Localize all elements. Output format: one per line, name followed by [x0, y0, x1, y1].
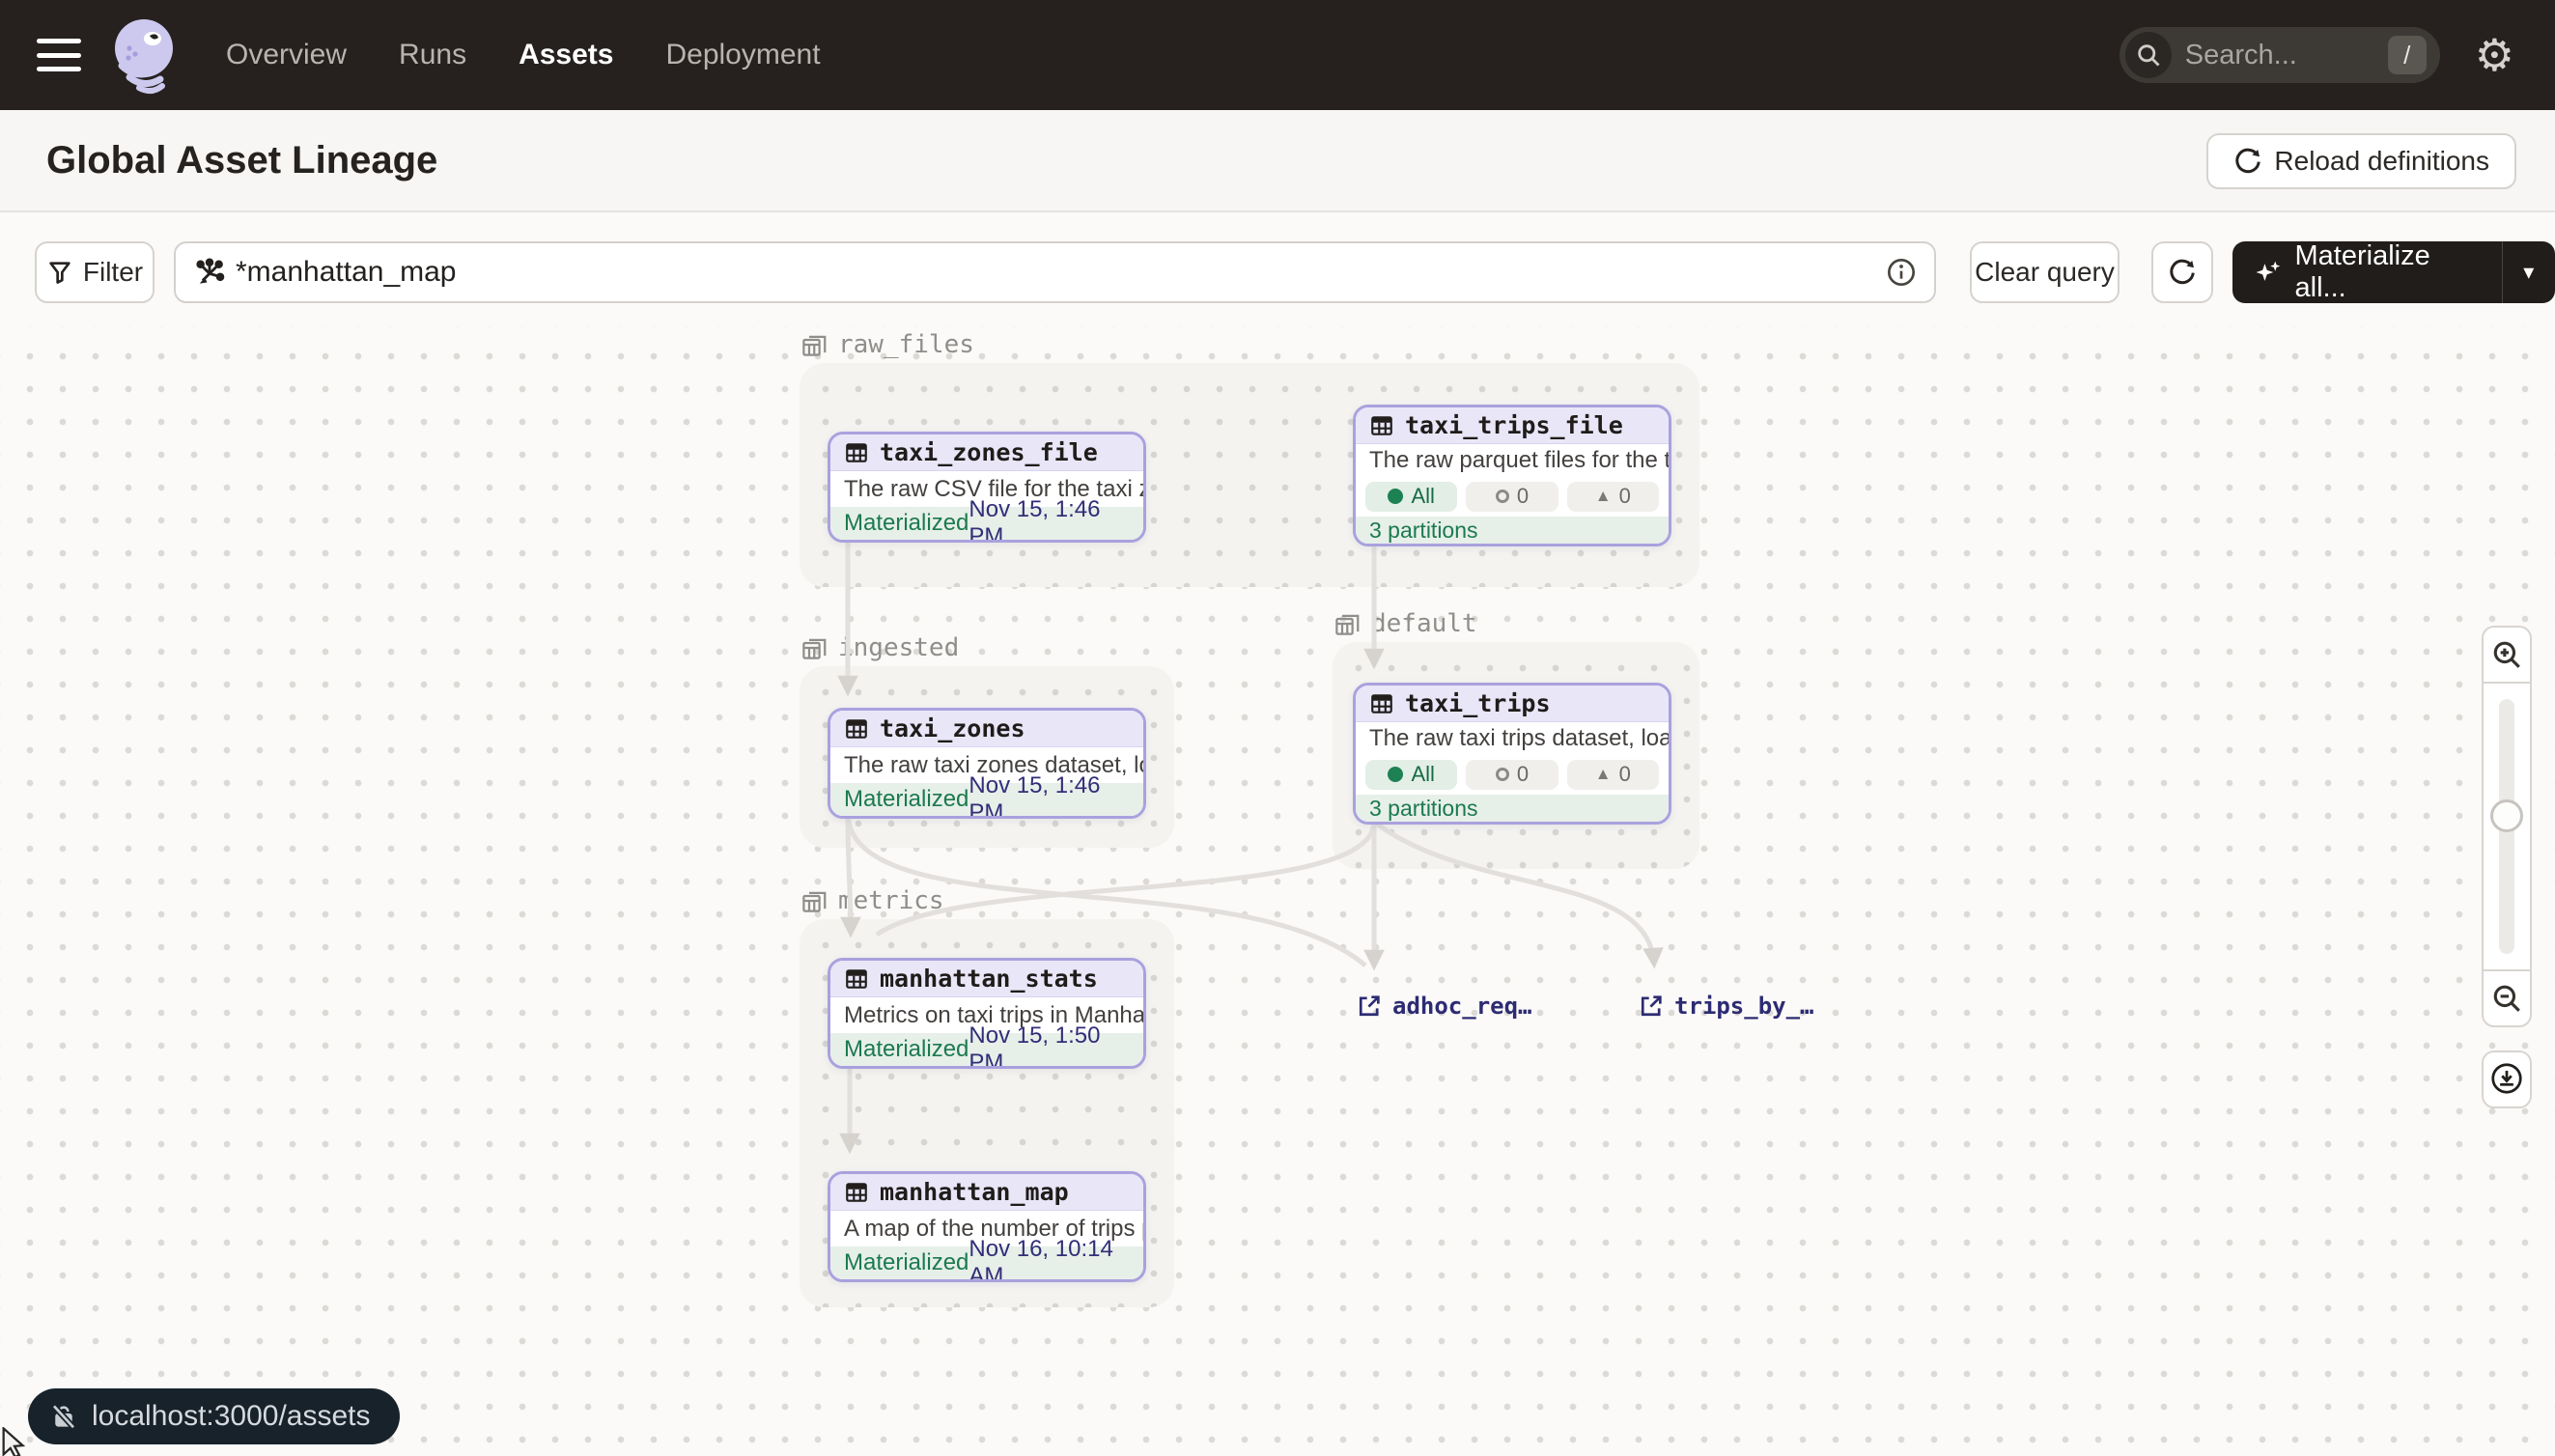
triangle-icon: ▲ — [1595, 487, 1612, 506]
refresh-button[interactable] — [2151, 241, 2213, 303]
materialize-all-split-button: Materialize all... ▾ — [2232, 241, 2555, 303]
partitions-missing-badge: ▲ 0 — [1567, 482, 1659, 512]
materialization-time: Nov 15, 1:46 PM — [969, 772, 1130, 819]
success-dot-icon — [1388, 767, 1403, 782]
success-dot-icon — [1388, 489, 1403, 504]
asset-node-taxi-trips[interactable]: taxi_trips The raw taxi trips dataset, l… — [1353, 683, 1671, 825]
table-icon — [844, 966, 869, 992]
zoom-out-icon — [2490, 982, 2523, 1015]
table-icon — [844, 1180, 869, 1205]
op-selector-icon — [193, 256, 226, 289]
page-header: Global Asset Lineage Reload definitions — [0, 110, 2555, 212]
materialization-time: Nov 15, 1:50 PM — [969, 1022, 1130, 1069]
external-link-icon — [1638, 993, 1665, 1020]
partitions-failed-badge: 0 — [1466, 760, 1558, 790]
partitions-all-badge: All — [1365, 760, 1457, 790]
table-icon — [844, 716, 869, 742]
zoom-in-button[interactable] — [2482, 626, 2532, 684]
materialize-all-button[interactable]: Materialize all... — [2232, 240, 2502, 304]
zoom-controls — [2482, 626, 2532, 1027]
info-icon[interactable] — [1886, 257, 1917, 288]
asset-name: manhattan_map — [880, 1178, 1069, 1206]
ring-icon — [1496, 490, 1509, 503]
reload-definitions-button[interactable]: Reload definitions — [2206, 133, 2516, 189]
mouse-cursor — [0, 1427, 29, 1456]
url-text: localhost:3000/assets — [92, 1400, 371, 1433]
table-icon — [1369, 413, 1394, 438]
asset-name: taxi_trips — [1405, 689, 1551, 717]
asset-node-taxi-zones[interactable]: taxi_zones The raw taxi zones dataset, l… — [828, 708, 1146, 819]
search-icon — [2125, 32, 2172, 78]
asset-node-manhattan-stats[interactable]: manhattan_stats Metrics on taxi trips in… — [828, 958, 1146, 1069]
nav-tabs: Overview Runs Assets Deployment — [226, 39, 821, 71]
status-badge: Materialized — [844, 1036, 969, 1063]
zoom-slider-handle[interactable] — [2490, 799, 2523, 832]
insecure-lock-icon — [49, 1402, 78, 1431]
tab-assets[interactable]: Assets — [519, 39, 613, 71]
materialization-time: Nov 15, 1:46 PM — [969, 496, 1130, 543]
reload-icon — [2233, 147, 2262, 176]
status-badge: Materialized — [844, 510, 969, 537]
search-shortcut-badge: / — [2388, 36, 2427, 74]
triangle-icon: ▲ — [1595, 765, 1612, 784]
clear-query-button[interactable]: Clear query — [1970, 241, 2120, 303]
download-icon — [2488, 1061, 2525, 1098]
sparkles-icon — [2254, 257, 2284, 288]
lineage-canvas[interactable]: raw_files ingested default metrics — [0, 326, 2555, 1456]
external-asset-adhoc-request[interactable]: adhoc_req… — [1356, 993, 1532, 1020]
asset-description: The raw parquet files for the taxi trips… — [1356, 444, 1669, 476]
refresh-icon — [2168, 258, 2197, 287]
asset-name: taxi_trips_file — [1405, 411, 1623, 439]
asset-name: manhattan_stats — [880, 965, 1098, 993]
funnel-icon — [46, 259, 73, 286]
partition-health-badges: All 0 ▲ 0 — [1356, 476, 1669, 517]
status-badge: Materialized — [844, 1249, 969, 1276]
asset-selection-input[interactable] — [236, 256, 1886, 289]
asset-node-manhattan-map[interactable]: manhattan_map A map of the number of tri… — [828, 1171, 1146, 1282]
partition-health-badges: All 0 ▲ 0 — [1356, 754, 1669, 795]
gear-icon[interactable]: ⚙ — [2475, 33, 2514, 77]
partitions-missing-badge: ▲ 0 — [1567, 760, 1659, 790]
lineage-edges — [0, 326, 2555, 1456]
asset-description: The raw taxi trips dataset, loaded into … — [1356, 722, 1669, 754]
asset-selection-input-box — [174, 241, 1936, 303]
filter-button[interactable]: Filter — [35, 241, 154, 303]
tab-deployment[interactable]: Deployment — [665, 39, 820, 71]
search-input[interactable] — [2185, 40, 2349, 71]
tab-runs[interactable]: Runs — [399, 39, 466, 71]
asset-name: taxi_zones — [880, 714, 1025, 742]
table-icon — [1369, 691, 1394, 716]
status-badge: Materialized — [844, 786, 969, 813]
download-image-button[interactable] — [2482, 1050, 2532, 1108]
menu-icon[interactable] — [37, 39, 81, 71]
zoom-in-icon — [2490, 638, 2523, 671]
materialization-time: Nov 16, 10:14 AM — [969, 1236, 1130, 1282]
zoom-out-button[interactable] — [2482, 969, 2532, 1027]
dagster-logo — [108, 14, 180, 97]
asset-node-taxi-zones-file[interactable]: taxi_zones_file The raw CSV file for the… — [828, 432, 1146, 543]
table-icon — [844, 440, 869, 465]
lineage-toolbar: Filter Clear query — [0, 212, 2555, 326]
ring-icon — [1496, 768, 1509, 781]
browser-url-overlay: localhost:3000/assets — [28, 1388, 400, 1444]
materialize-dropdown-caret[interactable]: ▾ — [2502, 241, 2555, 303]
external-link-icon — [1356, 993, 1383, 1020]
partitions-count: 3 partitions — [1356, 517, 1669, 544]
partitions-all-badge: All — [1365, 482, 1457, 512]
zoom-slider[interactable] — [2482, 684, 2532, 969]
tab-overview[interactable]: Overview — [226, 39, 347, 71]
asset-name: taxi_zones_file — [880, 438, 1098, 466]
page-title: Global Asset Lineage — [46, 139, 437, 182]
top-nav: Overview Runs Assets Deployment / ⚙ — [0, 0, 2555, 110]
partitions-failed-badge: 0 — [1466, 482, 1558, 512]
global-search[interactable]: / — [2120, 27, 2440, 83]
asset-node-taxi-trips-file[interactable]: taxi_trips_file The raw parquet files fo… — [1353, 405, 1671, 546]
external-asset-trips-by[interactable]: trips_by_… — [1638, 993, 1814, 1020]
partitions-count: 3 partitions — [1356, 795, 1669, 822]
